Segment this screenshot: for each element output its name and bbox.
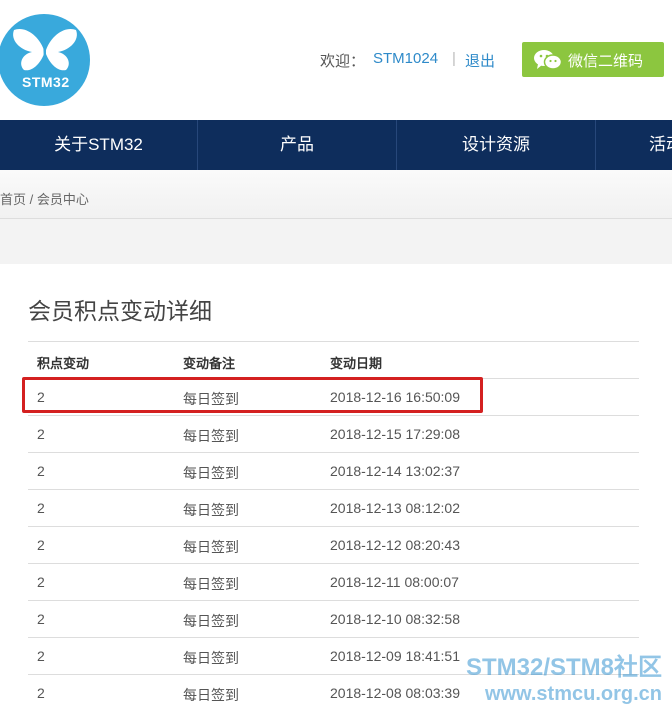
watermark-line-2: www.stmcu.org.cn (484, 683, 662, 705)
logout-link[interactable]: 退出 (465, 50, 495, 71)
table-top-border (28, 341, 639, 342)
nav-divider (595, 120, 596, 170)
cell-note: 每日签到 (183, 428, 239, 444)
cell-points: 2 (37, 463, 45, 479)
wechat-button-label: 微信二维码 (568, 53, 644, 70)
wechat-qrcode-button[interactable]: 微信二维码 (522, 42, 664, 77)
watermark: STM32/STM8社区 www.stmcu.org.cn (466, 654, 662, 706)
breadcrumb-bar (0, 170, 672, 219)
nav-item-products[interactable]: 产品 (198, 120, 396, 170)
cell-date: 2018-12-12 08:20:43 (330, 537, 460, 553)
table-row: 2 每日签到 2018-12-15 17:29:08 (28, 415, 639, 453)
cell-date: 2018-12-13 08:12:02 (330, 500, 460, 516)
nav-item-about[interactable]: 关于STM32 (0, 120, 197, 170)
cell-note: 每日签到 (183, 650, 239, 666)
cell-date: 2018-12-14 13:02:37 (330, 463, 460, 479)
table-row: 2 每日签到 2018-12-14 13:02:37 (28, 452, 639, 490)
breadcrumb-separator: / (29, 192, 34, 207)
stm32-logo[interactable]: STM32 (0, 14, 90, 106)
cell-points: 2 (37, 500, 45, 516)
cell-points: 2 (37, 648, 45, 664)
username-link[interactable]: STM1024 (373, 50, 438, 67)
watermark-line-1: STM32/STM8社区 (465, 654, 662, 681)
breadcrumb: 首页 / 会员中心 (0, 189, 89, 208)
cell-points: 2 (37, 537, 45, 553)
butterfly-icon (13, 28, 77, 71)
breadcrumb-current[interactable]: 会员中心 (37, 192, 89, 207)
main-nav: 关于STM32 产品 设计资源 活动 (0, 120, 672, 170)
wechat-icon (534, 50, 562, 70)
table-row: 2 每日签到 2018-12-13 08:12:02 (28, 489, 639, 527)
site-header: STM32 欢迎： STM1024 | 退出 微信二维码 (0, 0, 672, 120)
table-row: 2 每日签到 2018-12-12 08:20:43 (28, 526, 639, 564)
table-row: 2 每日签到 2018-12-10 08:32:58 (28, 600, 639, 638)
cell-points: 2 (37, 611, 45, 627)
header-separator: | (452, 50, 456, 67)
highlight-box (22, 377, 483, 413)
column-header-points: 积点变动 (37, 356, 90, 371)
cell-note: 每日签到 (183, 502, 239, 518)
logo-text: STM32 (22, 74, 70, 90)
gray-band (0, 219, 672, 264)
cell-note: 每日签到 (183, 465, 239, 481)
column-header-date: 变动日期 (330, 356, 383, 371)
breadcrumb-home-link[interactable]: 首页 (0, 192, 26, 207)
cell-points: 2 (37, 574, 45, 590)
cell-note: 每日签到 (183, 687, 239, 703)
page-title: 会员积点变动详细 (28, 298, 212, 324)
cell-date: 2018-12-11 08:00:07 (330, 574, 459, 590)
cell-date: 2018-12-15 17:29:08 (330, 426, 460, 442)
cell-points: 2 (37, 685, 45, 701)
cell-note: 每日签到 (183, 539, 239, 555)
cell-date: 2018-12-10 08:32:58 (330, 611, 460, 627)
cell-date: 2018-12-09 18:41:51 (330, 648, 460, 664)
cell-points: 2 (37, 426, 45, 442)
nav-item-events[interactable]: 活动 (649, 120, 672, 170)
cell-date: 2018-12-08 08:03:39 (330, 685, 460, 701)
column-header-note: 变动备注 (183, 356, 236, 371)
cell-note: 每日签到 (183, 576, 239, 592)
table-row: 2 每日签到 2018-12-11 08:00:07 (28, 563, 639, 601)
cell-note: 每日签到 (183, 613, 239, 629)
nav-item-design-resources[interactable]: 设计资源 (397, 120, 595, 170)
welcome-label: 欢迎： (320, 53, 366, 70)
